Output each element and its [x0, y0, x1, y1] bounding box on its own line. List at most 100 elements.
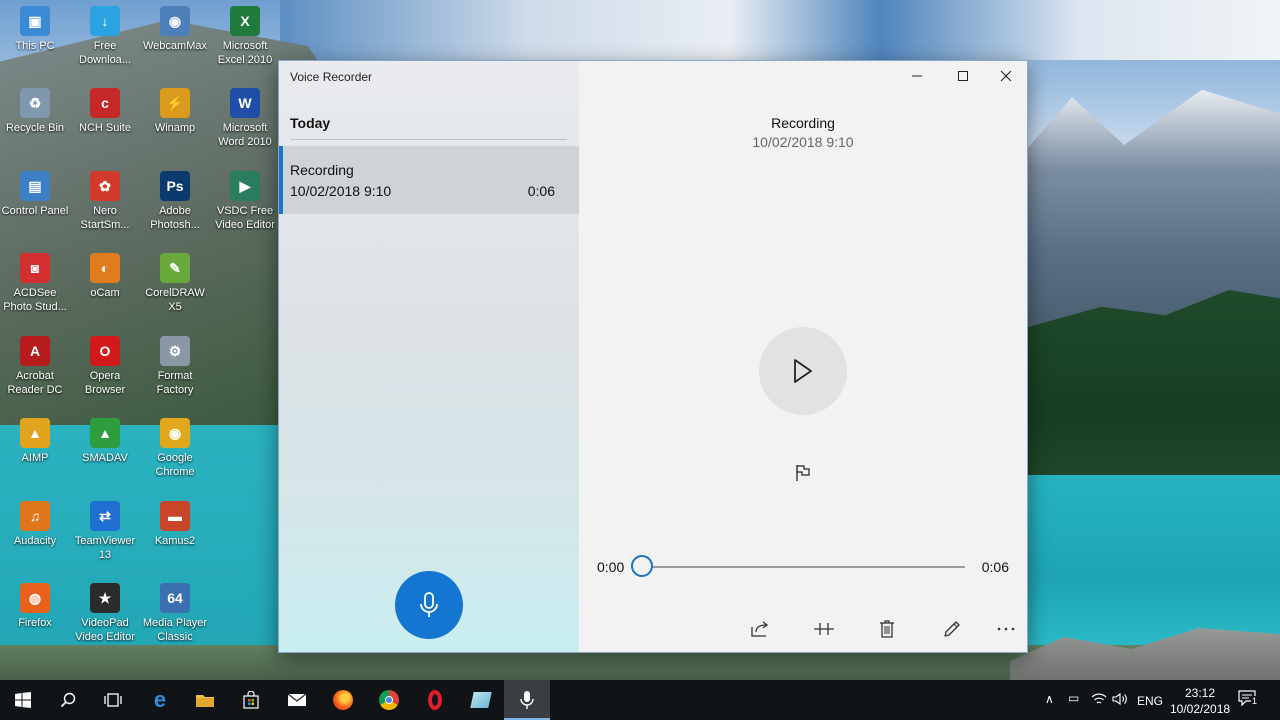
desktop-icon[interactable]: W Microsoft Word 2010 — [210, 88, 280, 149]
language-indicator[interactable]: ENG — [1137, 694, 1163, 708]
firefox-icon — [333, 690, 353, 710]
desktop-icon[interactable]: ⚙ Format Factory — [140, 336, 210, 397]
total-duration: 0:06 — [981, 559, 1009, 575]
app-icon: c — [90, 88, 120, 118]
selection-accent — [279, 146, 283, 214]
desktop-icon-label: NCH Suite — [79, 122, 131, 134]
seek-thumb[interactable] — [631, 555, 653, 577]
taskbar-chrome[interactable] — [366, 680, 412, 720]
recording-title: Recording — [771, 115, 835, 131]
play-icon — [794, 359, 812, 383]
rename-button[interactable] — [940, 617, 964, 641]
notification-count: 1 — [1251, 696, 1259, 706]
clock-time[interactable]: 23:12 — [1185, 686, 1215, 700]
clock-date[interactable]: 10/02/2018 — [1170, 702, 1230, 716]
desktop-icon[interactable]: ▤ Control Panel — [0, 171, 70, 218]
desktop-icon-label: This PC — [15, 40, 55, 52]
delete-button[interactable] — [875, 617, 899, 641]
desktop-icon[interactable]: X Microsoft Excel 2010 — [210, 6, 280, 67]
close-button[interactable] — [984, 61, 1028, 91]
recording-list-item[interactable]: Recording 10/02/2018 9:10 0:06 — [279, 146, 579, 214]
taskbar-store[interactable] — [228, 680, 274, 720]
volume-icon[interactable] — [1112, 692, 1128, 706]
app-icon: ♻ — [20, 88, 50, 118]
desktop-icon[interactable]: ▣ This PC — [0, 6, 70, 53]
share-icon — [751, 621, 769, 637]
desktop-icon[interactable]: ▬ Kamus2 — [140, 501, 210, 548]
desktop-icon[interactable]: ✿ Nero StartSm... — [70, 171, 140, 232]
desktop-icon[interactable]: ◙ ACDSee Photo Stud... — [0, 253, 70, 314]
microphone-icon — [520, 691, 534, 709]
action-center-button[interactable]: 1 — [1238, 690, 1260, 710]
taskbar-edge[interactable]: e — [137, 680, 183, 720]
minimize-button[interactable] — [895, 61, 939, 91]
desktop-icon[interactable]: ★ VideoPad Video Editor — [70, 583, 140, 644]
show-hidden-icons-button[interactable]: ∧ — [1045, 692, 1054, 706]
task-view-button[interactable] — [90, 680, 136, 720]
desktop-icon-label: Opera Browser — [84, 370, 126, 396]
maximize-button[interactable] — [941, 61, 985, 91]
more-options-button[interactable] — [994, 617, 1018, 641]
trim-button[interactable] — [812, 617, 836, 641]
desktop-icon[interactable]: Ps Adobe Photosh... — [140, 171, 210, 232]
recording-timestamp: 10/02/2018 9:10 — [752, 134, 854, 150]
share-button[interactable] — [748, 617, 772, 641]
app-icon: ▲ — [90, 418, 120, 448]
desktop-icon-label: SMADAV — [82, 452, 128, 464]
desktop-icon[interactable]: ⚡ Winamp — [140, 88, 210, 135]
taskbar-mail[interactable] — [274, 680, 320, 720]
desktop-icon-label: Kamus2 — [154, 535, 196, 547]
desktop-icon-label: CorelDRAW X5 — [145, 287, 205, 313]
taskbar-opera[interactable] — [412, 680, 458, 720]
app-icon: ▲ — [20, 418, 50, 448]
desktop-icon-label: TeamViewer 13 — [74, 535, 136, 561]
recording-duration: 0:06 — [527, 183, 555, 199]
battery-icon[interactable]: ▭ — [1068, 691, 1079, 705]
desktop-icon[interactable]: ✎ CorelDRAW X5 — [140, 253, 210, 314]
desktop-icon[interactable]: ◉ WebcamMax — [140, 6, 210, 53]
edge-icon: e — [153, 687, 167, 712]
voice-recorder-window: Voice Recorder Today Recording 10/02/201… — [278, 60, 1028, 653]
play-button[interactable] — [759, 327, 847, 415]
app-icon: ♫ — [20, 501, 50, 531]
desktop-icon[interactable]: ◐ oCam — [70, 253, 140, 300]
desktop-icon[interactable]: A Acrobat Reader DC — [0, 336, 70, 397]
app-icon: A — [20, 336, 50, 366]
opera-icon — [428, 690, 442, 710]
recording-date: 10/02/2018 9:10 — [290, 183, 392, 199]
generic-app-icon — [470, 692, 492, 708]
wallpaper-lake-right — [1025, 475, 1280, 645]
search-button[interactable] — [45, 680, 91, 720]
seek-track[interactable] — [643, 566, 965, 568]
desktop-icon[interactable]: ▲ SMADAV — [70, 418, 140, 465]
app-icon: ↓ — [90, 6, 120, 36]
wifi-icon[interactable] — [1091, 692, 1107, 706]
taskbar-app[interactable] — [458, 680, 504, 720]
desktop-icon-label: Adobe Photosh... — [150, 205, 200, 231]
desktop-icon[interactable]: ◍ Firefox — [0, 583, 70, 630]
desktop-icon[interactable]: ▶ VSDC Free Video Editor — [210, 171, 280, 232]
add-marker-button[interactable] — [793, 463, 813, 483]
start-button[interactable] — [0, 680, 46, 720]
app-icon: ▤ — [20, 171, 50, 201]
app-icon: X — [230, 6, 260, 36]
desktop-icon[interactable]: ↓ Free Downloa... — [70, 6, 140, 67]
mail-icon — [287, 693, 307, 706]
desktop-icon-label: Acrobat Reader DC — [7, 370, 63, 396]
desktop-icon[interactable]: c NCH Suite — [70, 88, 140, 135]
taskbar-firefox[interactable] — [320, 680, 366, 720]
app-icon: O — [90, 336, 120, 366]
desktop-icon[interactable]: O Opera Browser — [70, 336, 140, 397]
desktop-icon[interactable]: ♻ Recycle Bin — [0, 88, 70, 135]
recording-name: Recording — [290, 162, 354, 178]
taskbar-file-explorer[interactable] — [182, 680, 228, 720]
desktop-icon-label: Nero StartSm... — [80, 205, 130, 231]
record-button[interactable] — [395, 571, 463, 639]
desktop-icon[interactable]: ◉ Google Chrome — [140, 418, 210, 479]
windows-icon — [15, 692, 31, 708]
desktop-icon[interactable]: ♫ Audacity — [0, 501, 70, 548]
desktop-icon-label: Firefox — [18, 617, 52, 629]
desktop-icon[interactable]: ⇄ TeamViewer 13 — [70, 501, 140, 562]
desktop-icon[interactable]: 64 Media Player Classic — [140, 583, 210, 644]
desktop-icon[interactable]: ▲ AIMP — [0, 418, 70, 465]
